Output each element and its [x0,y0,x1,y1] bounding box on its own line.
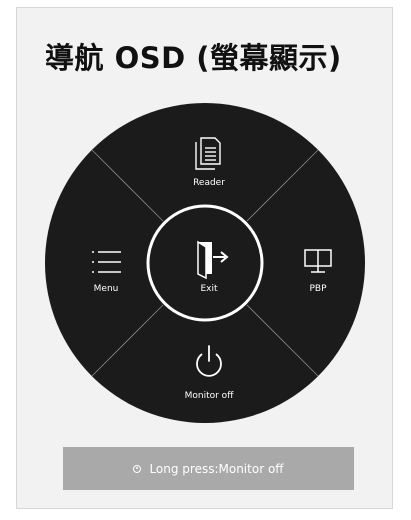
osd-item-exit-label: Exit [200,284,218,294]
osd-joystick-wheel: Reader Menu PBP Monitor off Exit [45,103,365,423]
osd-item-menu-label: Menu [94,284,119,294]
long-press-hint: Long press:Monitor off [63,447,354,490]
osd-item-exit[interactable]: Exit [146,204,264,322]
osd-item-reader-label: Reader [193,178,225,188]
long-press-hint-text: Long press:Monitor off [149,461,284,476]
osd-item-pbp-label: PBP [309,284,327,294]
osd-item-monitor-off-label: Monitor off [185,391,235,401]
joystick-press-icon [133,464,142,473]
